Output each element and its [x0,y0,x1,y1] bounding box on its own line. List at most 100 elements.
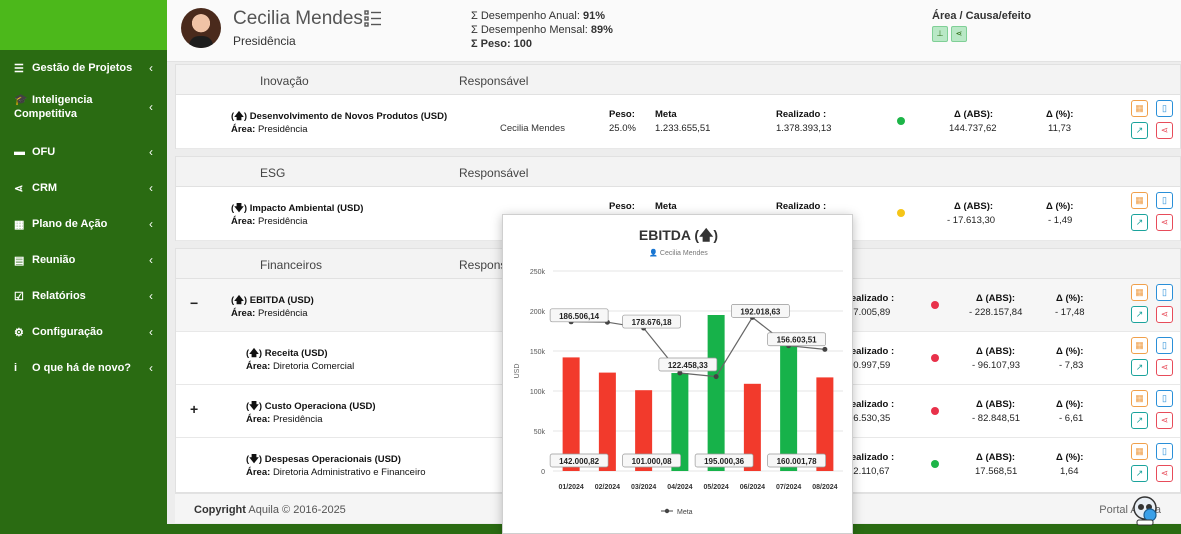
y-tick-label: 100k [530,389,546,396]
share-nodes-icon[interactable]: ⋖ [1156,214,1173,231]
share-nodes-icon[interactable]: ⋖ [1156,412,1173,429]
share-nodes-icon[interactable]: ⋖ [1156,465,1173,482]
sidebar-item-gestao-projetos[interactable]: ☰ Gestão de Projetos ‹ [0,50,167,86]
abs-value: - 228.157,84 [969,307,1023,318]
copyright: Copyright Aquila © 2016-2025 [194,504,346,516]
group-name: Financeiros [260,258,323,272]
abs-label: Δ (ABS): [954,109,994,120]
share-nodes-icon[interactable]: ⋖ [1156,122,1173,139]
pct-value: - 6,61 [1059,413,1084,424]
indicator-name[interactable]: (🡅) EBITDA (USD) [231,293,314,309]
x-tick-label: 08/2024 [812,484,837,491]
pct-label: Δ (%): [1056,293,1084,304]
x-tick-label: 07/2024 [776,484,801,491]
line-chart-icon[interactable]: ↗ [1131,465,1148,482]
realizado-value: 30.997,59 [848,360,891,371]
abs-value: 144.737,62 [949,123,997,134]
sidebar-item-label: Configuração [32,326,103,338]
list-tree-icon[interactable] [364,10,382,27]
realizado-label: Realizado : [776,109,827,120]
sidebar-item-configuracao[interactable]: ⚙ Configuração ‹ [0,314,167,350]
peso-value: 25.0% [609,123,636,134]
line-chart-icon[interactable]: ↗ [1131,412,1148,429]
calendar-icon[interactable]: ▦ [1131,443,1148,460]
chevron-left-icon: ‹ [149,325,153,339]
area-buttons: ⊥ ⋖ [932,26,967,42]
sidebar-item-crm[interactable]: ⋖ CRM ‹ [0,170,167,206]
info-icon: i [14,362,18,374]
pct-label: Δ (%): [1056,346,1084,357]
sidebar-item-plano-acao[interactable]: ▦ Plano de Ação ‹ [0,206,167,242]
sidebar-item-reuniao[interactable]: ▤ Reunião ‹ [0,242,167,278]
indicator-name[interactable]: (🡇) Impacto Ambiental (USD) [231,201,363,217]
monthly-value: 89% [590,24,613,36]
calendar-icon[interactable]: ▦ [1131,192,1148,209]
abs-value: - 96.107,93 [972,360,1021,371]
calendar-icon[interactable]: ▦ [1131,390,1148,407]
table-row[interactable]: (🡅) Desenvolvimento de Novos Produtos (U… [176,95,1180,149]
area-label: Área: [246,467,271,478]
tasks-icon: ☰ [14,62,24,75]
document-icon[interactable]: ▯ [1156,443,1173,460]
chevron-left-icon: ‹ [149,61,153,75]
line-chart-icon[interactable]: ↗ [1131,214,1148,231]
area-value: Presidência [257,308,308,319]
document-icon[interactable]: ▯ [1156,390,1173,407]
data-label: 160.001,78 [777,457,818,466]
chevron-left-icon: ‹ [149,253,153,267]
meta-label: Meta [655,201,677,212]
document-icon[interactable]: ▯ [1156,337,1173,354]
chevron-left-icon: ‹ [149,217,153,231]
status-dot [931,407,939,415]
pct-value: - 1,49 [1048,215,1073,226]
line-chart-icon[interactable]: ↗ [1131,122,1148,139]
chevron-left-icon: ‹ [149,145,153,159]
data-label: 101.000,08 [632,457,673,466]
org-chart-icon[interactable]: ⊥ [932,26,948,42]
table-icon: ▤ [14,254,25,267]
line-chart-icon[interactable]: ↗ [1131,359,1148,376]
data-label: 122.458,33 [668,361,709,370]
pct-value: 1,64 [1060,466,1079,477]
calendar-icon[interactable]: ▦ [1131,337,1148,354]
calendar-icon[interactable]: ▦ [1131,100,1148,117]
x-tick-label: 05/2024 [703,484,728,491]
chart-bar [780,342,798,471]
data-label: 186.506,14 [559,312,600,321]
indicator-name[interactable]: (🡇) Despesas Operacionais (USD) [246,452,401,468]
sidebar-item-relatorios[interactable]: ☑ Relatórios ‹ [0,278,167,314]
indicator-name[interactable]: (🡅) Receita (USD) [246,346,328,362]
sidebar-item-inteligencia[interactable]: 🎓 Inteligencia Competitiva ‹ [0,86,167,134]
expand-toggle[interactable]: + [190,401,198,417]
assistant-bot-icon[interactable] [1128,493,1162,527]
sidebar-item-label: Plano de Ação [32,218,108,230]
collapse-toggle[interactable]: − [190,295,198,311]
share-nodes-icon[interactable]: ⋖ [1156,306,1173,323]
indicator-name[interactable]: (🡇) Custo Operaciona (USD) [246,399,376,415]
group-name: Inovação [260,74,309,88]
ebitda-chart-popup: EBITDA (🡅) 👤 Cecilia Mendes 0 50k 100k 150k… [502,214,853,534]
share-nodes-icon[interactable]: ⋖ [1156,359,1173,376]
peso-label: Peso: [609,109,635,120]
pct-value: - 7,83 [1059,360,1084,371]
line-chart-icon[interactable]: ↗ [1131,306,1148,323]
indicator-name[interactable]: (🡅) Desenvolvimento de Novos Produtos (U… [231,109,447,125]
area-value: Diretoria Comercial [272,361,355,372]
abs-label: Δ (ABS): [976,452,1016,463]
ebitda-chart: 0 50k 100k 150k 200k 250k USD 01/2024 02/2024 03/… [514,269,843,516]
document-icon[interactable]: ▯ [1156,192,1173,209]
monthly-label: Σ Desempenho Mensal: [471,24,588,36]
share-nodes-icon[interactable]: ⋖ [951,26,967,42]
calendar-icon[interactable]: ▦ [1131,284,1148,301]
responsavel-header: Responsável [459,74,529,88]
logo-band [0,0,167,50]
y-tick-label: 250k [530,269,546,276]
area-label: Área: [231,216,256,227]
realizado-value: 1.378.393,13 [776,123,832,134]
x-tick-label: 03/2024 [631,484,656,491]
document-icon[interactable]: ▯ [1156,284,1173,301]
abs-label: Δ (ABS): [954,201,994,212]
sidebar-item-ofu[interactable]: ▬ OFU ‹ [0,134,167,170]
sidebar-item-novidades[interactable]: i O que há de novo? ‹ [0,350,167,386]
document-icon[interactable]: ▯ [1156,100,1173,117]
